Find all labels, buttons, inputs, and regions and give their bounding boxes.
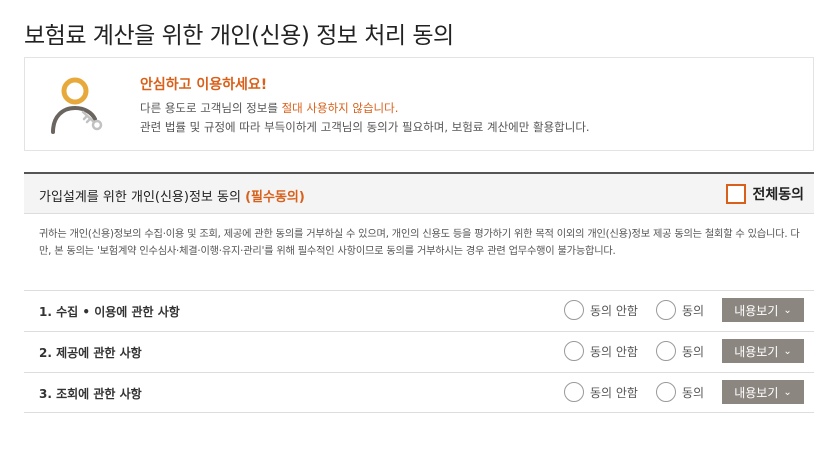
- radio-icon[interactable]: [656, 382, 676, 402]
- radio-icon[interactable]: [564, 300, 584, 320]
- chevron-down-icon: ⌄: [783, 386, 792, 398]
- view-details-label: 내용보기: [734, 303, 779, 318]
- disagree-radio[interactable]: 동의 안함: [564, 341, 638, 361]
- view-details-button[interactable]: 내용보기 ⌄: [722, 298, 804, 322]
- notice-line-1: 다른 용도로 고객님의 정보를 절대 사용하지 않습니다.: [140, 100, 398, 116]
- consent-title: 가입설계를 위한 개인(신용)정보 동의 (필수동의): [39, 186, 305, 205]
- view-details-label: 내용보기: [734, 385, 779, 400]
- view-details-button[interactable]: 내용보기 ⌄: [722, 380, 804, 404]
- all-agree-label: 전체동의: [752, 187, 804, 203]
- notice-line-1-text: 다른 용도로 고객님의 정보를: [140, 101, 282, 115]
- view-details-label: 내용보기: [734, 344, 779, 359]
- consent-item-provision: 2. 제공에 관한 사항 동의 안함 동의 내용보기 ⌄: [24, 331, 814, 372]
- agree-label: 동의: [682, 344, 705, 359]
- all-agree-checkbox[interactable]: 전체동의: [726, 184, 804, 204]
- page-title: 보험료 계산을 위한 개인(신용) 정보 처리 동의: [24, 23, 454, 49]
- notice-headline: 안심하고 이용하세요!: [140, 77, 268, 93]
- disagree-label: 동의 안함: [590, 385, 638, 400]
- item-label: 3. 조회에 관한 사항: [39, 387, 142, 401]
- agree-radio[interactable]: 동의: [656, 341, 704, 361]
- consent-item-inquiry: 3. 조회에 관한 사항 동의 안함 동의 내용보기 ⌄: [24, 372, 814, 413]
- disagree-label: 동의 안함: [590, 344, 638, 359]
- consent-title-text: 가입설계를 위한 개인(신용)정보 동의: [39, 190, 246, 205]
- agree-label: 동의: [682, 303, 705, 318]
- radio-icon[interactable]: [564, 341, 584, 361]
- chevron-down-icon: ⌄: [783, 304, 792, 316]
- agree-radio[interactable]: 동의: [656, 300, 704, 320]
- agree-radio[interactable]: 동의: [656, 382, 704, 402]
- view-details-button[interactable]: 내용보기 ⌄: [722, 339, 804, 363]
- checkbox-icon[interactable]: [726, 184, 747, 204]
- required-badge: (필수동의): [245, 190, 305, 205]
- agree-label: 동의: [682, 385, 705, 400]
- disagree-label: 동의 안함: [590, 303, 638, 318]
- notice-highlight: 절대 사용하지 않습니다.: [281, 101, 399, 115]
- radio-icon[interactable]: [656, 341, 676, 361]
- chevron-down-icon: ⌄: [783, 345, 792, 357]
- item-label: 2. 제공에 관한 사항: [39, 346, 142, 360]
- consent-item-collection: 1. 수집 • 이용에 관한 사항 동의 안함 동의 내용보기 ⌄: [24, 290, 814, 331]
- radio-icon[interactable]: [564, 382, 584, 402]
- notice-line-2: 관련 법률 및 규정에 따라 부득이하게 고객님의 동의가 필요하며, 보험료 …: [140, 120, 590, 134]
- consent-description: 귀하는 개인(신용)정보의 수집·이용 및 조회, 제공에 관한 동의를 거부하…: [39, 229, 800, 257]
- disagree-radio[interactable]: 동의 안함: [564, 382, 638, 402]
- privacy-notice-box: 안심하고 이용하세요! 다른 용도로 고객님의 정보를 절대 사용하지 않습니다…: [24, 57, 814, 151]
- radio-icon[interactable]: [656, 300, 676, 320]
- person-key-icon: [51, 77, 103, 134]
- consent-header: 가입설계를 위한 개인(신용)정보 동의 (필수동의) 전체동의: [24, 172, 814, 214]
- disagree-radio[interactable]: 동의 안함: [564, 300, 638, 320]
- item-label: 1. 수집 • 이용에 관한 사항: [39, 305, 180, 319]
